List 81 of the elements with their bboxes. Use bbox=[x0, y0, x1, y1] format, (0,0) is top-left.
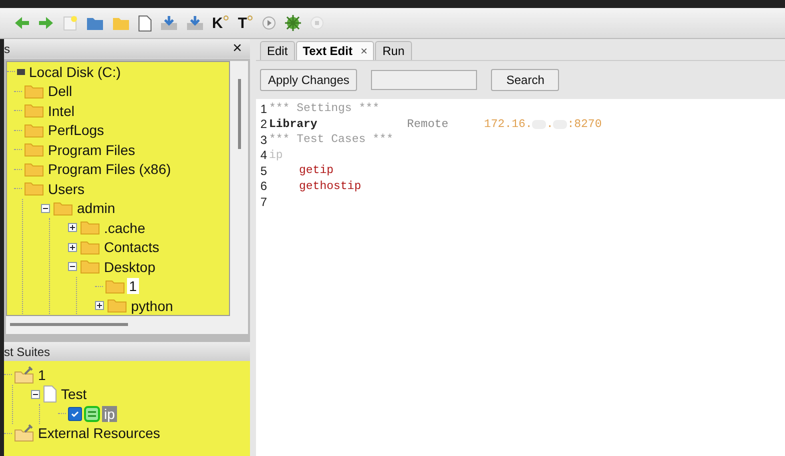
tree-item[interactable]: admin bbox=[75, 200, 118, 216]
tree-item[interactable]: Program Files (x86) bbox=[46, 161, 173, 178]
folder-icon bbox=[24, 181, 44, 196]
tree-item[interactable]: Intel bbox=[46, 102, 76, 119]
tree-item[interactable]: PerfLogs bbox=[46, 122, 106, 138]
code-text: ip bbox=[269, 148, 283, 162]
close-icon[interactable]: × bbox=[360, 44, 368, 58]
code-text: *** Settings *** bbox=[269, 102, 380, 116]
folder-icon[interactable] bbox=[86, 15, 104, 31]
tab[interactable]: Edit bbox=[260, 41, 295, 60]
apply-changes-button[interactable]: Apply Changes bbox=[260, 69, 358, 91]
tree-item[interactable]: 1 bbox=[36, 366, 48, 383]
tab[interactable]: Text Edit × bbox=[296, 41, 374, 60]
code-text: . bbox=[546, 118, 554, 131]
tab[interactable]: Run bbox=[375, 41, 412, 60]
close-button[interactable]: × bbox=[228, 40, 246, 58]
tree-item[interactable]: Local Disk (C:) bbox=[27, 64, 123, 80]
tree-item[interactable]: python bbox=[129, 298, 176, 314]
code-text: getip bbox=[298, 164, 334, 178]
save-icon[interactable] bbox=[160, 15, 178, 31]
tree-item[interactable]: External Resources bbox=[36, 425, 162, 442]
expander-icon[interactable] bbox=[68, 242, 78, 252]
folder-icon bbox=[53, 200, 73, 216]
folder-icon bbox=[24, 103, 44, 118]
folder-wrench-icon bbox=[14, 424, 34, 442]
expander-icon[interactable] bbox=[68, 223, 78, 232]
folder-icon bbox=[80, 240, 100, 255]
code-text: :8270 bbox=[567, 118, 602, 131]
tree-item[interactable]: ip bbox=[102, 406, 117, 422]
check-icon bbox=[70, 408, 80, 419]
line-number: 4 bbox=[259, 148, 268, 162]
folder-icon bbox=[80, 259, 100, 274]
tree-item[interactable]: Desktop bbox=[102, 258, 158, 275]
line-number: 7 bbox=[259, 194, 268, 209]
search-keyword-button[interactable]: T bbox=[238, 14, 254, 32]
search-field[interactable] bbox=[371, 70, 478, 90]
code-text: Remote bbox=[407, 118, 450, 131]
tree-item[interactable]: Program Files bbox=[46, 142, 138, 158]
expander-icon[interactable] bbox=[41, 204, 51, 213]
panel-title: s bbox=[4, 42, 10, 56]
folder-icon bbox=[107, 298, 127, 314]
document-icon[interactable] bbox=[138, 14, 152, 32]
expander-icon[interactable] bbox=[68, 262, 78, 272]
line-number: 3 bbox=[259, 132, 268, 147]
tree-item[interactable]: 1 bbox=[127, 278, 139, 294]
folder-icon bbox=[24, 84, 44, 99]
line-number: 6 bbox=[259, 179, 268, 194]
line-number: 5 bbox=[259, 164, 268, 178]
line-number: 2 bbox=[259, 117, 268, 132]
code-text: 172.16. bbox=[484, 118, 532, 131]
tree-item[interactable]: .cache bbox=[102, 220, 148, 236]
tree-item[interactable]: Users bbox=[46, 180, 87, 197]
expander-icon[interactable] bbox=[31, 390, 41, 399]
forward-arrow-icon[interactable] bbox=[38, 16, 54, 30]
folder-wrench-icon bbox=[14, 366, 34, 384]
code-text: Library bbox=[269, 118, 318, 131]
folder-icon bbox=[24, 162, 44, 177]
scrollbar[interactable] bbox=[238, 79, 241, 149]
checkbox[interactable] bbox=[68, 406, 82, 421]
code-text: gethostip bbox=[298, 180, 362, 193]
search-button[interactable]: Search bbox=[491, 69, 560, 91]
expander-icon[interactable] bbox=[95, 301, 105, 310]
panel-title: st Suites bbox=[4, 344, 50, 358]
save-icon[interactable] bbox=[186, 15, 204, 31]
test-status-icon bbox=[84, 406, 100, 422]
code-text: *** Test Cases *** bbox=[269, 133, 394, 146]
tree-item[interactable]: Test bbox=[59, 386, 89, 402]
search-keyword-button[interactable]: K bbox=[212, 14, 230, 32]
folder-icon bbox=[24, 142, 44, 158]
tree-item[interactable]: Dell bbox=[46, 83, 74, 100]
tree-item[interactable]: Contacts bbox=[102, 239, 162, 256]
bug-icon[interactable] bbox=[284, 14, 302, 32]
folder-icon bbox=[24, 122, 44, 138]
folder-icon bbox=[80, 220, 100, 236]
play-icon[interactable] bbox=[262, 16, 276, 30]
folder-icon bbox=[105, 278, 125, 294]
line-number: 1 bbox=[259, 102, 268, 116]
document-icon bbox=[43, 385, 57, 404]
text-editor[interactable]: 1 *** Settings *** 2 Library Remote 172.16. . :8270 3 *** Test Cases *** 4 ip 5 getip 6 gethostip 7 bbox=[256, 99, 785, 456]
back-arrow-icon[interactable] bbox=[14, 16, 30, 30]
scrollbar[interactable] bbox=[10, 323, 128, 326]
